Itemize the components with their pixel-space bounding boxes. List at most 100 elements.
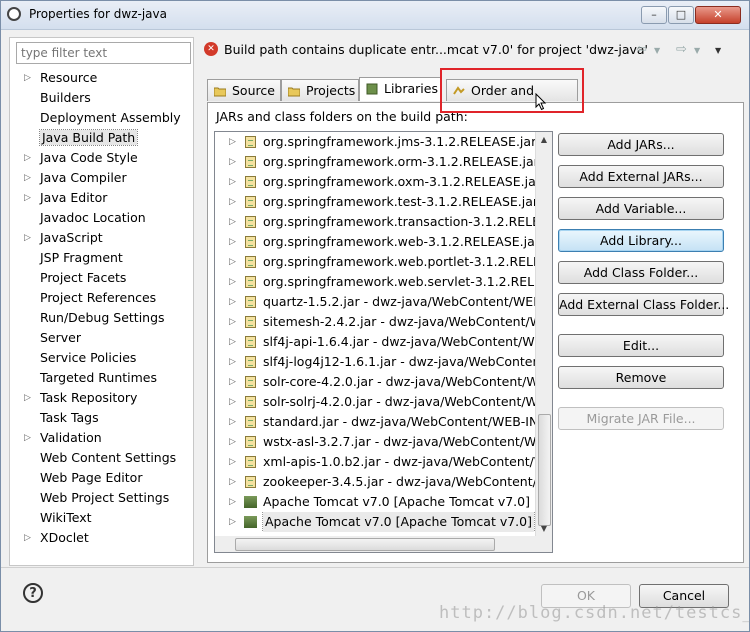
library-row[interactable]: ▷ org.springframework.orm-3.1.2.RELEASE.j… — [215, 152, 535, 172]
library-row[interactable]: ▷ slf4j-log4j12-1.6.1.jar - dwz-java/WebC… — [215, 352, 535, 372]
sidebar-item[interactable]: Service Policies — [10, 348, 193, 368]
expand-arrow-icon[interactable]: ▷ — [24, 528, 31, 548]
sidebar-item[interactable]: Javadoc Location — [10, 208, 193, 228]
library-row[interactable]: ▷ org.springframework.jms-3.1.2.RELEASE.j… — [215, 132, 535, 152]
tab-source[interactable]: Source — [207, 79, 281, 101]
sidebar-item[interactable]: ▷ JavaScript — [10, 228, 193, 248]
sidebar-item[interactable]: Web Project Settings — [10, 488, 193, 508]
expand-arrow-icon[interactable]: ▷ — [229, 252, 236, 272]
scroll-up-icon[interactable]: ▲ — [536, 132, 552, 148]
sidebar-item[interactable]: Targeted Runtimes — [10, 368, 193, 388]
list-horizontal-scrollbar[interactable] — [214, 536, 553, 553]
expand-arrow-icon[interactable]: ▷ — [24, 168, 31, 188]
library-row[interactable]: ▷ org.springframework.web.portlet-3.1.2.R… — [215, 252, 535, 272]
sidebar-item[interactable]: ▷ Task Repository — [10, 388, 193, 408]
expand-arrow-icon[interactable]: ▷ — [229, 212, 236, 232]
sidebar-item[interactable]: Project References — [10, 288, 193, 308]
expand-arrow-icon[interactable]: ▷ — [229, 312, 236, 332]
sidebar-item[interactable]: Deployment Assembly — [10, 108, 193, 128]
sidebar-item[interactable]: ▷ Java Editor — [10, 188, 193, 208]
library-row[interactable]: ▷ wstx-asl-3.2.7.jar - dwz-java/WebConten… — [215, 432, 535, 452]
forward-arrow-icon[interactable]: ⇨ — [676, 42, 687, 57]
horizontal-scroll-thumb[interactable] — [235, 538, 495, 551]
library-row[interactable]: ▷ org.springframework.transaction-3.1.2.R… — [215, 212, 535, 232]
add-class-folder-button[interactable]: Add Class Folder... — [558, 261, 724, 284]
add-library-button[interactable]: Add Library... — [558, 229, 724, 252]
expand-arrow-icon[interactable]: ▷ — [229, 512, 236, 532]
expand-arrow-icon[interactable]: ▷ — [229, 472, 236, 492]
add-external-class-folder-button[interactable]: Add External Class Folder... — [558, 293, 729, 316]
expand-arrow-icon[interactable]: ▷ — [229, 452, 236, 472]
sidebar-item[interactable]: Server — [10, 328, 193, 348]
add-jars-button[interactable]: Add JARs... — [558, 133, 724, 156]
sidebar-item[interactable]: ▷ XDoclet — [10, 528, 193, 548]
close-window-button[interactable]: ✕ — [695, 6, 741, 24]
sidebar-item[interactable]: Web Page Editor — [10, 468, 193, 488]
expand-arrow-icon[interactable]: ▷ — [229, 152, 236, 172]
remove-button[interactable]: Remove — [558, 366, 724, 389]
sidebar-item[interactable]: ▷ Validation — [10, 428, 193, 448]
expand-arrow-icon[interactable]: ▷ — [24, 188, 31, 208]
library-row[interactable]: ▷ Apache Tomcat v7.0 [Apache Tomcat v7.0] — [215, 512, 535, 532]
sidebar-item[interactable]: JSP Fragment — [10, 248, 193, 268]
expand-arrow-icon[interactable]: ▷ — [229, 332, 236, 352]
view-menu-icon[interactable]: ▼ — [715, 46, 721, 55]
back-arrow-icon[interactable]: ⇦ — [636, 42, 647, 57]
list-vertical-scrollbar[interactable]: ▲ ▼ — [535, 132, 552, 537]
add-external-jars-button[interactable]: Add External JARs... — [558, 165, 724, 188]
expand-arrow-icon[interactable]: ▷ — [24, 68, 31, 88]
forward-dropdown-icon[interactable]: ▼ — [694, 46, 700, 55]
library-row[interactable]: ▷ Apache Tomcat v7.0 [Apache Tomcat v7.0] — [215, 492, 535, 512]
expand-arrow-icon[interactable]: ▷ — [229, 232, 236, 252]
sidebar-item[interactable]: Web Content Settings — [10, 448, 193, 468]
minimize-button[interactable]: – — [641, 6, 667, 24]
library-row[interactable]: ▷ quartz-1.5.2.jar - dwz-java/WebContent/… — [215, 292, 535, 312]
expand-arrow-icon[interactable]: ▷ — [24, 148, 31, 168]
sidebar-item[interactable]: WikiText — [10, 508, 193, 528]
expand-arrow-icon[interactable]: ▷ — [229, 352, 236, 372]
expand-arrow-icon[interactable]: ▷ — [229, 372, 236, 392]
sidebar-item[interactable]: Builders — [10, 88, 193, 108]
library-row[interactable]: ▷ standard.jar - dwz-java/WebContent/WEB-… — [215, 412, 535, 432]
expand-arrow-icon[interactable]: ▷ — [229, 492, 236, 512]
library-row[interactable]: ▷ solr-core-4.2.0.jar - dwz-java/WebConte… — [215, 372, 535, 392]
expand-arrow-icon[interactable]: ▷ — [24, 388, 31, 408]
expand-arrow-icon[interactable]: ▷ — [229, 172, 236, 192]
sidebar-item[interactable]: ▷ Java Code Style — [10, 148, 193, 168]
title-bar[interactable]: Properties for dwz-java – □ ✕ — [1, 1, 749, 30]
back-dropdown-icon[interactable]: ▼ — [654, 46, 660, 55]
sidebar-item[interactable]: Project Facets — [10, 268, 193, 288]
library-list[interactable]: ▷ org.springframework.jms-3.1.2.RELEASE.j… — [214, 131, 553, 538]
expand-arrow-icon[interactable]: ▷ — [229, 132, 236, 152]
scroll-down-icon[interactable]: ▼ — [536, 521, 552, 537]
vertical-scroll-thumb[interactable] — [538, 414, 551, 526]
library-row[interactable]: ▷ slf4j-api-1.6.4.jar - dwz-java/WebConte… — [215, 332, 535, 352]
library-row[interactable]: ▷ org.springframework.web.servlet-3.1.2.R… — [215, 272, 535, 292]
sidebar-item[interactable]: ▷ Resource — [10, 68, 193, 88]
sidebar-item[interactable]: Java Build Path — [10, 128, 193, 148]
sidebar-item[interactable]: Task Tags — [10, 408, 193, 428]
library-row[interactable]: ▷ org.springframework.oxm-3.1.2.RELEASE.j… — [215, 172, 535, 192]
add-variable-button[interactable]: Add Variable... — [558, 197, 724, 220]
library-row[interactable]: ▷ org.springframework.web-3.1.2.RELEASE.j… — [215, 232, 535, 252]
expand-arrow-icon[interactable]: ▷ — [229, 292, 236, 312]
library-row[interactable]: ▷ zookeeper-3.4.5.jar - dwz-java/WebConte… — [215, 472, 535, 492]
maximize-button[interactable]: □ — [668, 6, 694, 24]
edit-button[interactable]: Edit... — [558, 334, 724, 357]
sidebar-item[interactable]: ▷ Java Compiler — [10, 168, 193, 188]
filter-input[interactable] — [16, 42, 191, 64]
expand-arrow-icon[interactable]: ▷ — [24, 228, 31, 248]
library-row[interactable]: ▷ org.springframework.test-3.1.2.RELEASE.… — [215, 192, 535, 212]
expand-arrow-icon[interactable]: ▷ — [229, 192, 236, 212]
sidebar-item[interactable]: Run/Debug Settings — [10, 308, 193, 328]
library-row[interactable]: ▷ solr-solrj-4.2.0.jar - dwz-java/WebCont… — [215, 392, 535, 412]
expand-arrow-icon[interactable]: ▷ — [229, 412, 236, 432]
expand-arrow-icon[interactable]: ▷ — [229, 432, 236, 452]
expand-arrow-icon[interactable]: ▷ — [229, 392, 236, 412]
library-row[interactable]: ▷ xml-apis-1.0.b2.jar - dwz-java/WebConte… — [215, 452, 535, 472]
expand-arrow-icon[interactable]: ▷ — [24, 428, 31, 448]
tab-projects[interactable]: Projects — [281, 79, 359, 101]
library-row[interactable]: ▷ sitemesh-2.4.2.jar - dwz-java/WebConten… — [215, 312, 535, 332]
expand-arrow-icon[interactable]: ▷ — [229, 272, 236, 292]
help-icon[interactable]: ? — [23, 583, 43, 603]
